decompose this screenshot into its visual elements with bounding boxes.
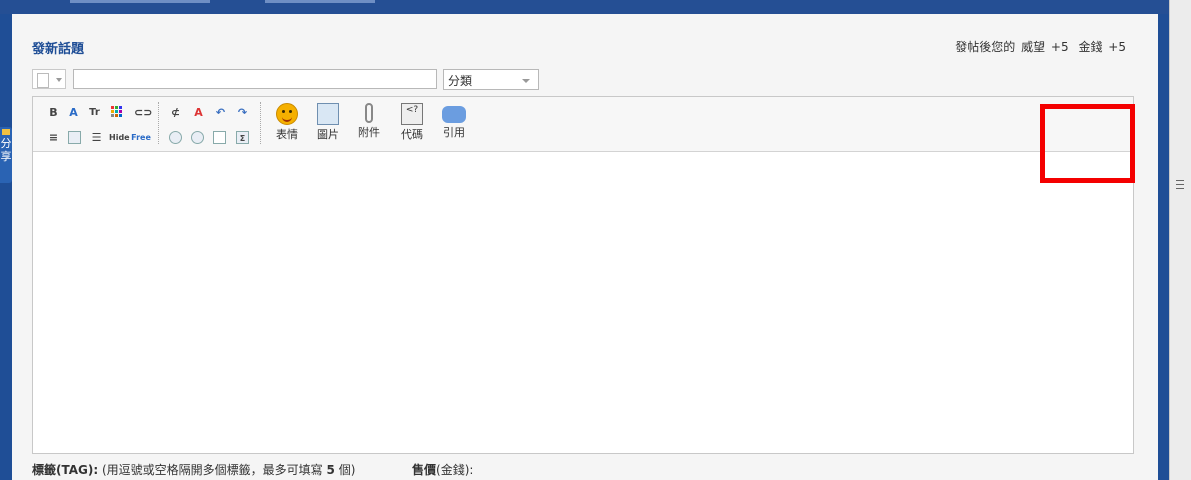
chevron-down-icon bbox=[56, 78, 62, 82]
post-panel: 發新話題 發帖後您的 威望 +5 金錢 +5 分類 B A Tr ⊂⊃ ⊄ A … bbox=[12, 14, 1158, 480]
share-icon bbox=[2, 129, 10, 135]
clear-format-icon[interactable]: A bbox=[192, 106, 205, 119]
paperclip-icon bbox=[365, 103, 373, 123]
reward-2-label: 金錢 bbox=[1078, 40, 1103, 54]
font-size-button[interactable]: Tr bbox=[88, 106, 101, 119]
smiley-button[interactable]: 表情 bbox=[269, 103, 305, 142]
toolbar-divider bbox=[158, 102, 159, 144]
attachment-label: 附件 bbox=[358, 126, 380, 139]
image-label: 圖片 bbox=[317, 128, 339, 141]
bold-button[interactable]: B bbox=[47, 106, 60, 119]
document-icon bbox=[37, 73, 49, 88]
align-icon[interactable]: ≡ bbox=[47, 131, 60, 144]
tag-hint: (用逗號或空格隔開多個標籤，最多可填寫 bbox=[102, 463, 323, 477]
reward-prefix: 發帖後您的 bbox=[955, 40, 1016, 54]
smiley-label: 表情 bbox=[276, 128, 298, 141]
toolbar-divider bbox=[260, 102, 261, 144]
quote-icon bbox=[442, 106, 466, 123]
share-tab-label: 分享 bbox=[0, 137, 12, 163]
redo-icon[interactable]: ↷ bbox=[236, 106, 249, 119]
editor-toolbar: B A Tr ⊂⊃ ⊄ A ↶ ↷ ≡ ☰ Hide Free Σ 表情 圖片 … bbox=[33, 97, 1133, 152]
link-icon[interactable]: ⊂⊃ bbox=[134, 106, 152, 119]
image-icon bbox=[317, 103, 339, 125]
tag-hint-suffix: 個) bbox=[338, 463, 356, 477]
nav-link-faint[interactable] bbox=[265, 0, 375, 3]
category-selected: 分類 bbox=[448, 74, 473, 88]
reward-info: 發帖後您的 威望 +5 金錢 +5 bbox=[953, 38, 1126, 55]
reward-1-value: +5 bbox=[1050, 40, 1069, 54]
undo-icon[interactable]: ↶ bbox=[214, 106, 227, 119]
reward-2-value: +5 bbox=[1108, 40, 1126, 54]
category-select[interactable]: 分類 bbox=[443, 69, 539, 90]
tag-label: 標籤(TAG): bbox=[32, 463, 99, 477]
font-button[interactable]: A bbox=[67, 106, 80, 119]
float-icon[interactable] bbox=[68, 131, 81, 144]
nav-link-faint[interactable] bbox=[70, 0, 210, 3]
tag-hint-number: 5 bbox=[326, 463, 335, 477]
subject-input[interactable] bbox=[73, 69, 437, 89]
tag-section: 標籤(TAG): (用逗號或空格隔開多個標籤，最多可填寫 5 個) bbox=[32, 461, 355, 478]
red-highlight-box bbox=[1040, 104, 1135, 183]
share-tab[interactable]: 分享 bbox=[0, 127, 12, 183]
code-button[interactable]: <? 代碼 bbox=[394, 103, 430, 142]
reward-1-label: 威望 bbox=[1021, 40, 1046, 54]
color-grid-icon[interactable] bbox=[110, 106, 123, 119]
smiley-icon bbox=[276, 103, 298, 125]
price-label: 售價 bbox=[412, 463, 437, 477]
unlink-icon[interactable]: ⊄ bbox=[169, 106, 182, 119]
image-button[interactable]: 圖片 bbox=[310, 103, 346, 142]
chevron-down-icon bbox=[522, 79, 530, 83]
quote-button[interactable]: 引用 bbox=[436, 103, 472, 140]
code-icon: <? bbox=[401, 103, 423, 125]
scroll-grip-icon bbox=[1176, 180, 1184, 189]
window-scrollbar[interactable] bbox=[1169, 0, 1191, 480]
top-navigation-bar bbox=[0, 0, 1191, 14]
page-title: 發新話題 bbox=[32, 42, 85, 57]
list-icon[interactable]: ☰ bbox=[90, 131, 103, 144]
flash-icon[interactable] bbox=[191, 131, 204, 144]
price-hint: (金錢): bbox=[436, 463, 474, 477]
page-icon[interactable] bbox=[213, 131, 226, 144]
post-type-select[interactable] bbox=[32, 69, 66, 89]
media-icon[interactable] bbox=[169, 131, 182, 144]
free-button[interactable]: Free bbox=[131, 131, 151, 144]
hide-button[interactable]: Hide bbox=[109, 131, 130, 144]
price-section: 售價(金錢): bbox=[412, 461, 473, 478]
code-label: 代碼 bbox=[401, 128, 423, 141]
editor-textarea[interactable] bbox=[33, 152, 1133, 453]
index-icon[interactable]: Σ bbox=[236, 131, 249, 144]
attachment-button[interactable]: 附件 bbox=[351, 103, 387, 140]
quote-label: 引用 bbox=[443, 126, 465, 139]
editor: B A Tr ⊂⊃ ⊄ A ↶ ↷ ≡ ☰ Hide Free Σ 表情 圖片 … bbox=[32, 96, 1134, 454]
